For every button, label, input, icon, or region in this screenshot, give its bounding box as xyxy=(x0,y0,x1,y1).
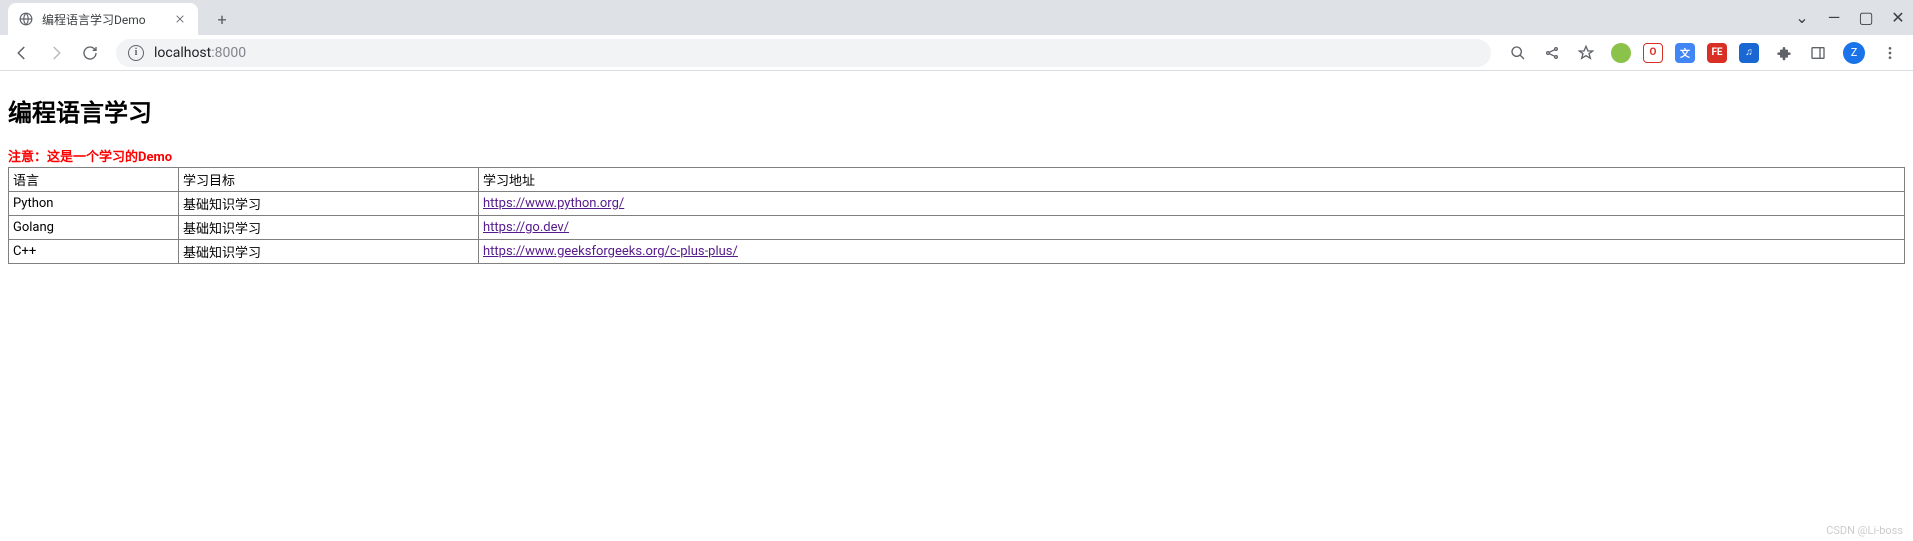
minimize-button[interactable]: — xyxy=(1827,8,1841,27)
address-bar[interactable]: i localhost:8000 xyxy=(116,39,1491,67)
window-controls: ⌄ — ▢ ✕ xyxy=(1787,0,1913,35)
url-cell: https://www.python.org/ xyxy=(479,192,1905,216)
languages-table: 语言学习目标学习地址 Python基础知识学习 https://www.python… xyxy=(8,167,1905,264)
table-header-cell: 学习地址 xyxy=(479,168,1905,192)
goal-cell: 基础知识学习 xyxy=(179,192,479,216)
tab-strip: 编程语言学习Demo + xyxy=(0,0,1787,35)
bookmark-star-icon[interactable] xyxy=(1577,44,1595,62)
ext-red-o-icon[interactable]: O xyxy=(1643,43,1663,63)
url-host: localhost xyxy=(154,45,211,61)
side-panel-icon[interactable] xyxy=(1809,44,1827,62)
browser-tab[interactable]: 编程语言学习Demo xyxy=(8,3,198,35)
toolbar-icons: O文 FE ♫ Z xyxy=(1503,42,1905,64)
learn-link[interactable]: https://www.python.org/ xyxy=(483,196,624,211)
ext-blue-icon[interactable]: ♫ xyxy=(1739,43,1759,63)
goal-cell: 基础知识学习 xyxy=(179,240,479,264)
kebab-menu-icon[interactable] xyxy=(1881,44,1899,62)
watermark: CSDN @Li-boss xyxy=(1826,524,1903,537)
lang-cell: Python xyxy=(9,192,179,216)
url-cell: https://go.dev/ xyxy=(479,216,1905,240)
maximize-button[interactable]: ▢ xyxy=(1859,8,1873,27)
table-row: C++基础知识学习 https://www.geeksforgeeks.org/c… xyxy=(9,240,1905,264)
ext-fe-icon[interactable]: FE xyxy=(1707,43,1727,63)
lang-cell: Golang xyxy=(9,216,179,240)
close-tab-icon[interactable] xyxy=(172,11,188,27)
search-icon[interactable] xyxy=(1509,44,1527,62)
notice-text: 注意：这是一个学习的Demo xyxy=(8,146,1905,165)
share-icon[interactable] xyxy=(1543,44,1561,62)
globe-icon xyxy=(18,11,34,27)
learn-link[interactable]: https://www.geeksforgeeks.org/c-plus-plu… xyxy=(483,244,738,259)
browser-tab-strip: 编程语言学习Demo + ⌄ — ▢ ✕ xyxy=(0,0,1913,35)
close-window-button[interactable]: ✕ xyxy=(1891,8,1905,27)
url-cell: https://www.geeksforgeeks.org/c-plus-plu… xyxy=(479,240,1905,264)
forward-button[interactable] xyxy=(42,39,70,67)
lang-cell: C++ xyxy=(9,240,179,264)
ext-green-icon[interactable] xyxy=(1611,43,1631,63)
reload-button[interactable] xyxy=(76,39,104,67)
ext-translate-icon[interactable]: 文 xyxy=(1675,43,1695,63)
site-info-icon[interactable]: i xyxy=(128,45,144,61)
learn-link[interactable]: https://go.dev/ xyxy=(483,220,569,235)
goal-cell: 基础知识学习 xyxy=(179,216,479,240)
tab-title: 编程语言学习Demo xyxy=(42,11,146,28)
profile-avatar[interactable]: Z xyxy=(1843,42,1865,64)
chevron-down-icon[interactable]: ⌄ xyxy=(1795,8,1809,27)
url-text: localhost:8000 xyxy=(154,45,246,61)
new-tab-button[interactable]: + xyxy=(208,5,236,33)
extensions-area: O文 FE ♫ xyxy=(1611,43,1759,63)
back-button[interactable] xyxy=(8,39,36,67)
table-header-cell: 语言 xyxy=(9,168,179,192)
browser-toolbar: i localhost:8000 O文 FE ♫ Z xyxy=(0,35,1913,71)
table-row: Python基础知识学习 https://www.python.org/ xyxy=(9,192,1905,216)
page-content: 编程语言学习 注意：这是一个学习的Demo 语言学习目标学习地址Python基础… xyxy=(0,71,1913,272)
url-port: :8000 xyxy=(211,45,246,61)
table-header-cell: 学习目标 xyxy=(179,168,479,192)
page-heading: 编程语言学习 xyxy=(8,93,1905,128)
extensions-puzzle-icon[interactable] xyxy=(1775,44,1793,62)
table-row: Golang基础知识学习 https://go.dev/ xyxy=(9,216,1905,240)
